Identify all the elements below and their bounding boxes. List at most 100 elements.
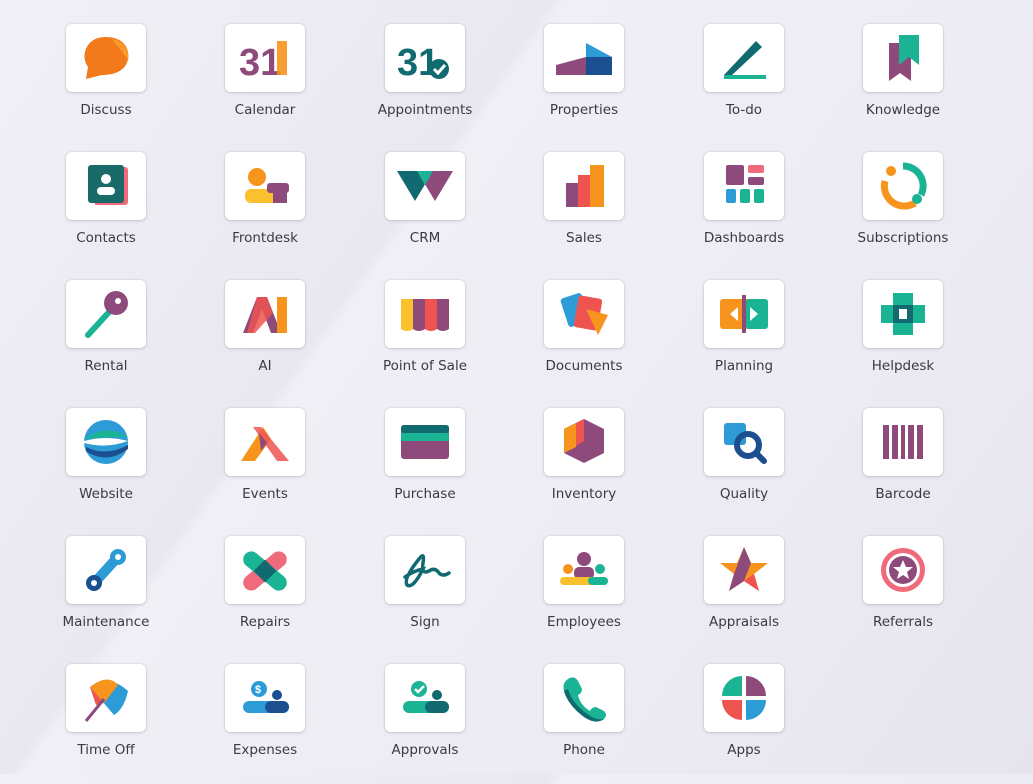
frontdesk-tile[interactable] (225, 152, 305, 220)
app-events[interactable]: Events (205, 408, 325, 528)
app-ai[interactable]: AI (205, 280, 325, 400)
ai-tile[interactable] (225, 280, 305, 348)
contacts-tile[interactable] (66, 152, 146, 220)
app-discuss[interactable]: Discuss (46, 24, 166, 144)
app-timeoff[interactable]: Time Off (46, 664, 166, 784)
app-sales[interactable]: Sales (524, 152, 644, 272)
app-label: Calendar (234, 102, 296, 118)
app-appointments[interactable]: 31 Appointments (365, 24, 485, 144)
dashboards-tile[interactable] (704, 152, 784, 220)
app-approvals[interactable]: Approvals (365, 664, 485, 784)
todo-tile[interactable] (704, 24, 784, 92)
planning-tile[interactable] (704, 280, 784, 348)
app-label: Time Off (77, 742, 135, 758)
app-inventory[interactable]: Inventory (524, 408, 644, 528)
maintenance-icon (86, 549, 126, 591)
expenses-tile[interactable]: $ (225, 664, 305, 732)
app-label: Point of Sale (382, 358, 467, 374)
app-label: AI (258, 358, 272, 374)
inventory-tile[interactable] (544, 408, 624, 476)
apps-icon (722, 676, 766, 720)
sign-tile[interactable] (385, 536, 465, 604)
properties-icon (556, 43, 612, 75)
app-crm[interactable]: CRM (365, 152, 485, 272)
app-label: Sales (566, 230, 602, 246)
documents-tile[interactable] (544, 280, 624, 348)
app-expenses[interactable]: $ Expenses (205, 664, 325, 784)
app-referrals[interactable]: Referrals (843, 536, 963, 656)
helpdesk-tile[interactable] (863, 280, 943, 348)
app-phone[interactable]: Phone (524, 664, 644, 784)
knowledge-icon (889, 35, 919, 81)
app-appraisals[interactable]: Appraisals (684, 536, 804, 656)
app-apps[interactable]: Apps (684, 664, 804, 784)
app-rental[interactable]: Rental (46, 280, 166, 400)
knowledge-tile[interactable] (863, 24, 943, 92)
app-helpdesk[interactable]: Helpdesk (843, 280, 963, 400)
apps-tile[interactable] (704, 664, 784, 732)
app-pos[interactable]: Point of Sale (365, 280, 485, 400)
app-label: Subscriptions (857, 230, 949, 246)
app-barcode[interactable]: Barcode (843, 408, 963, 528)
employees-tile[interactable] (544, 536, 624, 604)
crm-tile[interactable] (385, 152, 465, 220)
app-quality[interactable]: Quality (684, 408, 804, 528)
appraisals-tile[interactable] (704, 536, 784, 604)
rental-tile[interactable] (66, 280, 146, 348)
app-contacts[interactable]: Contacts (46, 152, 166, 272)
repairs-tile[interactable] (225, 536, 305, 604)
frontdesk-icon (245, 168, 289, 203)
quality-tile[interactable] (704, 408, 784, 476)
properties-tile[interactable] (544, 24, 624, 92)
app-label: Phone (563, 742, 605, 758)
crm-icon (397, 171, 453, 201)
website-tile[interactable] (66, 408, 146, 476)
app-label: Referrals (872, 614, 934, 630)
referrals-tile[interactable] (863, 536, 943, 604)
app-planning[interactable]: Planning (684, 280, 804, 400)
timeoff-tile[interactable] (66, 664, 146, 732)
contacts-icon (88, 165, 128, 205)
maintenance-tile[interactable] (66, 536, 146, 604)
app-sign[interactable]: Sign (365, 536, 485, 656)
app-purchase[interactable]: Purchase (365, 408, 485, 528)
purchase-tile[interactable] (385, 408, 465, 476)
calendar-tile[interactable]: 31 (225, 24, 305, 92)
app-repairs[interactable]: Repairs (205, 536, 325, 656)
pos-tile[interactable] (385, 280, 465, 348)
app-label: Quality (719, 486, 769, 502)
appointments-tile[interactable]: 31 (385, 24, 465, 92)
app-label: Discuss (80, 102, 132, 118)
app-label: Planning (714, 358, 774, 374)
app-website[interactable]: Website (46, 408, 166, 528)
app-label: Inventory (551, 486, 617, 502)
website-icon (84, 420, 128, 464)
approvals-tile[interactable] (385, 664, 465, 732)
phone-tile[interactable] (544, 664, 624, 732)
app-calendar[interactable]: 31 Calendar (205, 24, 325, 144)
sales-icon (566, 165, 604, 207)
calendar-glyph: 31 (239, 42, 281, 84)
app-label: Appointments (377, 102, 473, 118)
app-knowledge[interactable]: Knowledge (843, 24, 963, 144)
discuss-tile[interactable] (66, 24, 146, 92)
app-subscriptions[interactable]: Subscriptions (843, 152, 963, 272)
barcode-tile[interactable] (863, 408, 943, 476)
quality-icon (724, 423, 767, 464)
helpdesk-icon (881, 293, 925, 335)
app-employees[interactable]: Employees (524, 536, 644, 656)
app-properties[interactable]: Properties (524, 24, 644, 144)
sales-tile[interactable] (544, 152, 624, 220)
app-label: Events (242, 486, 288, 502)
inventory-icon (564, 419, 604, 463)
events-tile[interactable] (225, 408, 305, 476)
app-maintenance[interactable]: Maintenance (46, 536, 166, 656)
app-label: Purchase (394, 486, 456, 502)
discuss-icon (84, 37, 129, 79)
app-frontdesk[interactable]: Frontdesk (205, 152, 325, 272)
app-todo[interactable]: To-do (684, 24, 804, 144)
subscriptions-tile[interactable] (863, 152, 943, 220)
app-label: Knowledge (865, 102, 941, 118)
app-documents[interactable]: Documents (524, 280, 644, 400)
app-dashboards[interactable]: Dashboards (684, 152, 804, 272)
